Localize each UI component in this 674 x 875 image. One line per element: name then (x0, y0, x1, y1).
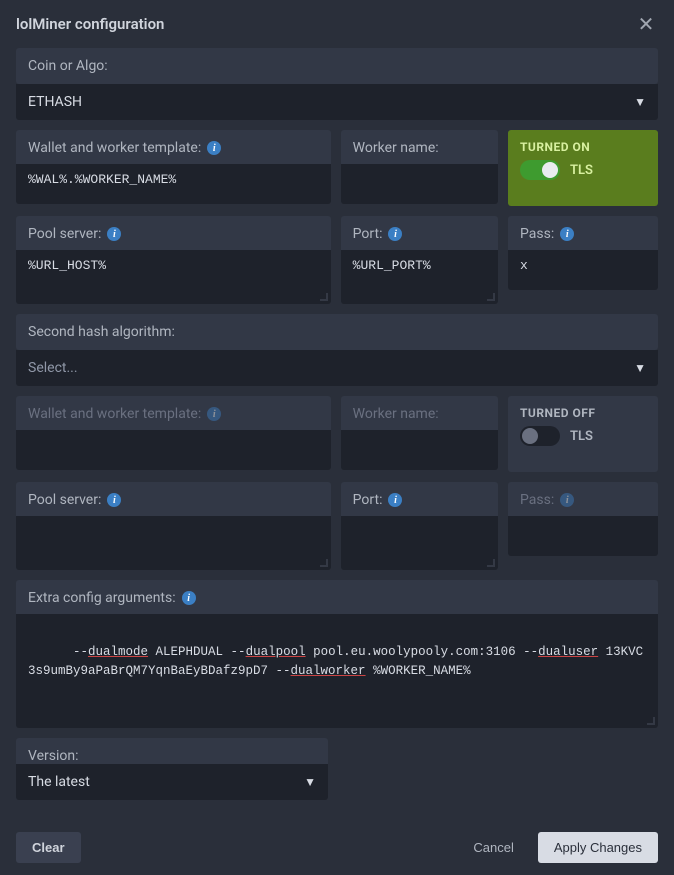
port-input[interactable]: %URL_PORT% (341, 250, 498, 304)
resize-handle-icon[interactable] (320, 559, 328, 567)
sec-pool-field: Pool server: i (16, 482, 331, 570)
dialog-body: Coin or Algo: ETHASH ▼ Wallet and worker… (0, 44, 674, 832)
wallet-input[interactable]: %WAL%.%WORKER_NAME% (16, 164, 331, 204)
second-algo-label: Second hash algorithm: (28, 324, 646, 340)
info-icon[interactable]: i (560, 227, 574, 241)
pool-label: Pool server: i (28, 226, 319, 242)
info-icon[interactable]: i (182, 591, 196, 605)
pool-field: Pool server: i %URL_HOST% (16, 216, 331, 304)
sec-port-field: Port: i (341, 482, 498, 570)
sec-port-label: Port: i (353, 492, 486, 508)
sec-pool-input[interactable] (16, 516, 331, 570)
info-icon: i (560, 493, 574, 507)
pass-field: Pass: i x (508, 216, 658, 304)
version-select[interactable]: The latest ▼ (16, 764, 328, 800)
version-field-wrap: Version: The latest ▼ (16, 738, 328, 800)
info-icon: i (207, 407, 221, 421)
worker-input[interactable] (341, 164, 498, 204)
coin-algo-label: Coin or Algo: (28, 58, 646, 74)
info-icon[interactable]: i (388, 493, 402, 507)
sec-tls-status: TURNED OFF (520, 406, 646, 420)
sec-tls-toggle[interactable] (520, 426, 560, 446)
dialog-title: lolMiner configuration (16, 15, 164, 33)
sec-pool-label: Pool server: i (28, 492, 319, 508)
extra-args-label: Extra config arguments: i (28, 590, 646, 606)
toggle-knob (542, 162, 558, 178)
chevron-down-icon: ▼ (634, 361, 646, 375)
extra-args-input[interactable]: --dualmode ALEPHDUAL --dualpool pool.eu.… (16, 614, 658, 728)
pass-label: Pass: i (520, 226, 646, 242)
tls-label: TLS (570, 163, 593, 178)
resize-handle-icon[interactable] (487, 293, 495, 301)
coin-algo-value: ETHASH (28, 94, 82, 110)
second-algo-value: Select... (28, 360, 78, 376)
version-value: The latest (28, 774, 90, 790)
clear-button[interactable]: Clear (16, 832, 81, 863)
worker-field: Worker name: (341, 130, 498, 206)
coin-algo-field: Coin or Algo: (16, 48, 658, 84)
sec-wallet-input (16, 430, 331, 470)
primary-row-2: Pool server: i %URL_HOST% Port: i (16, 216, 658, 304)
apply-button[interactable]: Apply Changes (538, 832, 658, 863)
dialog-footer: Clear Cancel Apply Changes (0, 832, 674, 875)
extra-args-field: Extra config arguments: i (16, 580, 658, 614)
dialog-header: lolMiner configuration ✕ (0, 0, 674, 44)
resize-handle-icon[interactable] (320, 293, 328, 301)
sec-pass-label: Pass: i (520, 492, 646, 508)
info-icon[interactable]: i (107, 227, 121, 241)
wallet-label: Wallet and worker template: i (28, 140, 319, 156)
sec-worker-input (341, 430, 498, 470)
toggle-knob (522, 428, 538, 444)
tls-box-off: TURNED OFF TLS (508, 396, 658, 472)
info-icon[interactable]: i (107, 493, 121, 507)
info-icon[interactable]: i (207, 141, 221, 155)
secondary-row-1: Wallet and worker template: i Worker nam… (16, 396, 658, 472)
sec-worker-label: Worker name: (353, 406, 486, 422)
primary-row-1: Wallet and worker template: i %WAL%.%WOR… (16, 130, 658, 206)
sec-tls-field: TURNED OFF TLS (508, 396, 658, 472)
port-field: Port: i %URL_PORT% (341, 216, 498, 304)
sec-pass-field: Pass: i (508, 482, 658, 570)
close-button[interactable]: ✕ (634, 12, 658, 36)
resize-handle-icon[interactable] (647, 717, 655, 725)
extra-args-value: --dualmode ALEPHDUAL --dualpool pool.eu.… (28, 645, 643, 678)
pool-input[interactable]: %URL_HOST% (16, 250, 331, 304)
wallet-field: Wallet and worker template: i %WAL%.%WOR… (16, 130, 331, 206)
chevron-down-icon: ▼ (634, 95, 646, 109)
second-algo-field: Second hash algorithm: (16, 314, 658, 350)
sec-port-input[interactable] (341, 516, 498, 570)
tls-toggle[interactable] (520, 160, 560, 180)
sec-tls-label: TLS (570, 429, 593, 444)
coin-algo-select[interactable]: ETHASH ▼ (16, 84, 658, 120)
secondary-row-2: Pool server: i Port: i (16, 482, 658, 570)
pass-input[interactable]: x (508, 250, 658, 290)
port-label: Port: i (353, 226, 486, 242)
chevron-down-icon: ▼ (304, 775, 316, 789)
resize-handle-icon[interactable] (487, 559, 495, 567)
tls-status: TURNED ON (520, 140, 646, 154)
info-icon[interactable]: i (388, 227, 402, 241)
version-label: Version: (28, 748, 316, 764)
close-icon: ✕ (638, 12, 655, 37)
sec-worker-field: Worker name: (341, 396, 498, 472)
config-dialog: lolMiner configuration ✕ Coin or Algo: E… (0, 0, 674, 755)
sec-pass-input (508, 516, 658, 556)
tls-field: TURNED ON TLS (508, 130, 658, 206)
tls-box-on: TURNED ON TLS (508, 130, 658, 206)
worker-label: Worker name: (353, 140, 486, 156)
sec-wallet-field: Wallet and worker template: i (16, 396, 331, 472)
sec-wallet-label: Wallet and worker template: i (28, 406, 319, 422)
second-algo-select[interactable]: Select... ▼ (16, 350, 658, 386)
cancel-button[interactable]: Cancel (457, 832, 529, 863)
